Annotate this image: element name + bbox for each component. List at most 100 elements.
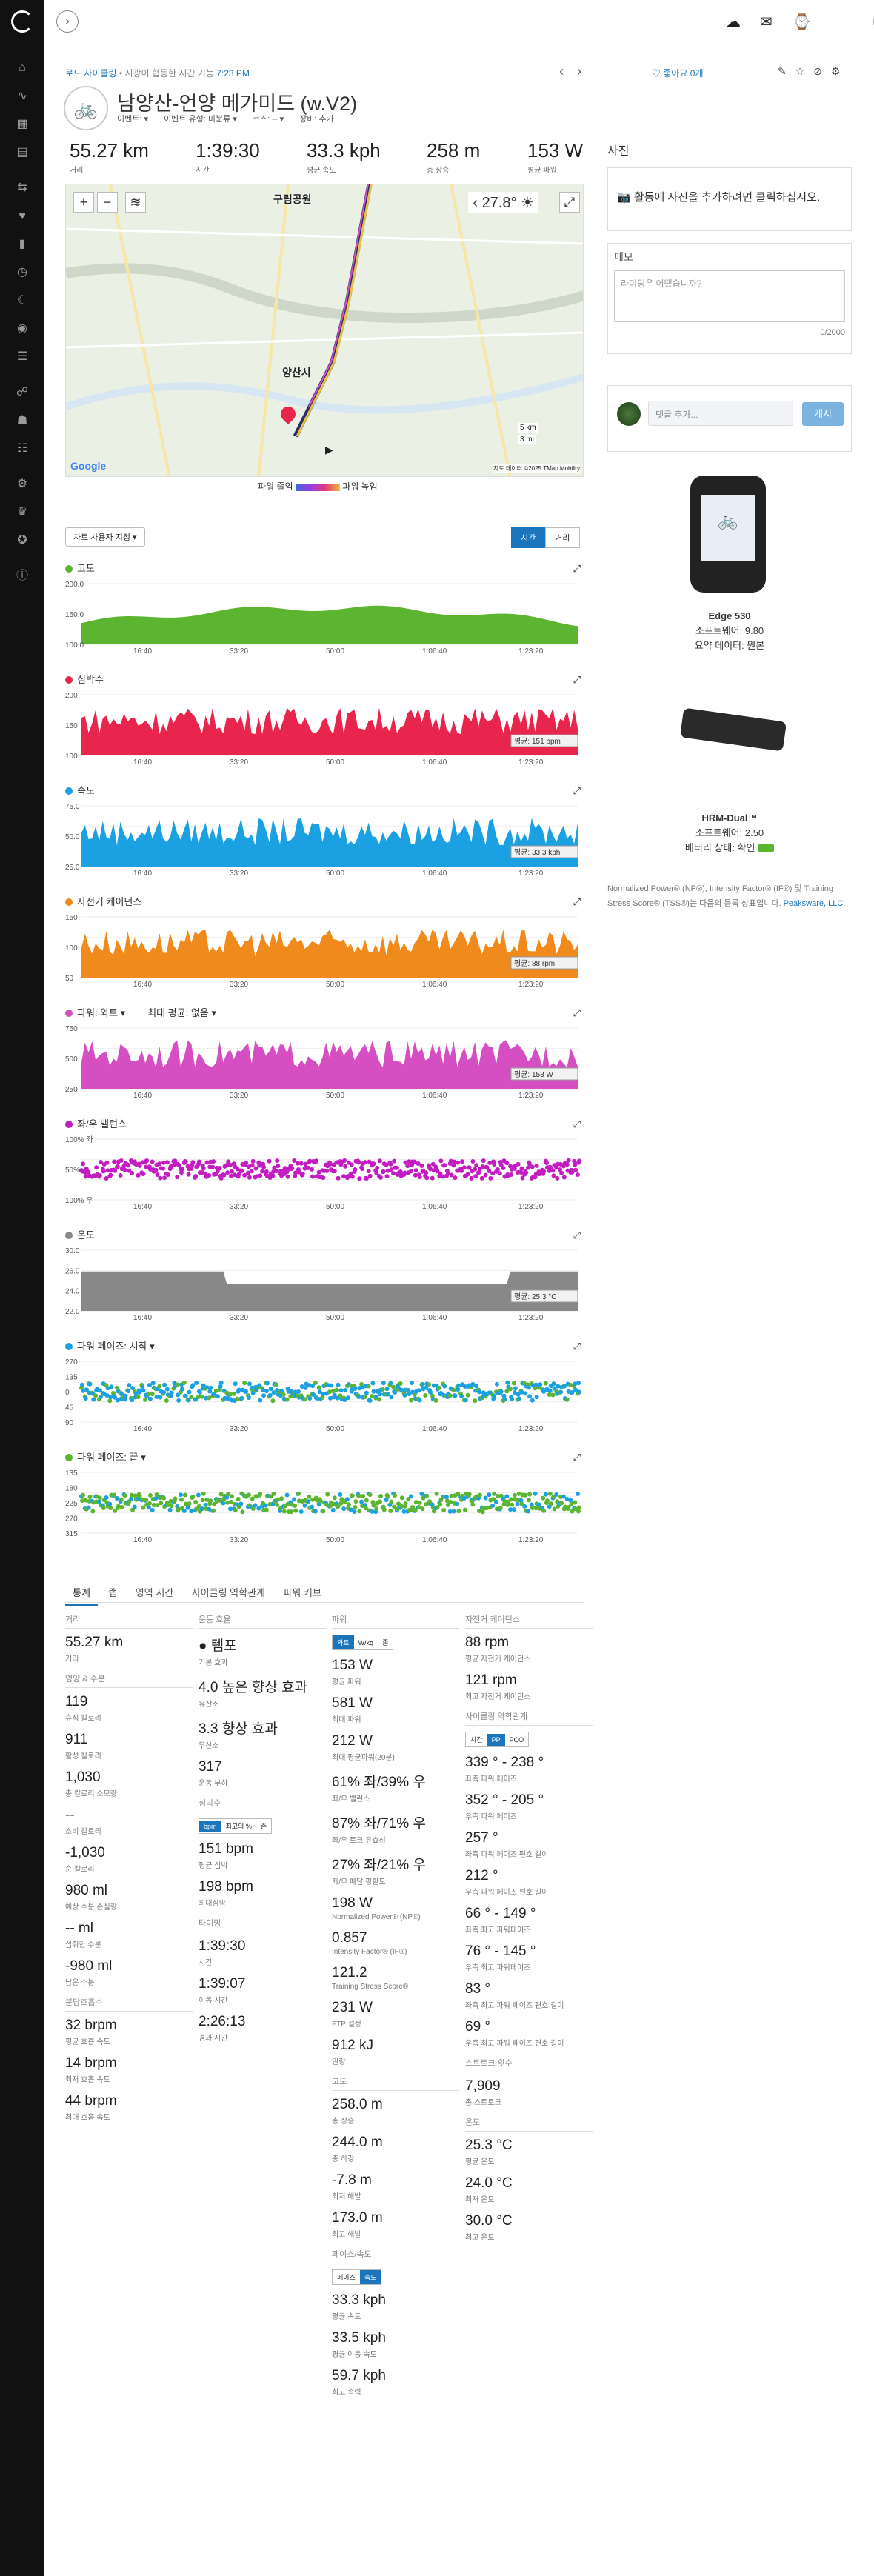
calendar-icon[interactable]: ▦ [13, 117, 31, 132]
chart-title-text[interactable]: 파워 페이즈: 시작 ▾ [77, 1341, 155, 1352]
event-type-select[interactable]: 이벤트 유형: 미분류 ▾ [164, 115, 237, 124]
zoom-in-button[interactable]: + [73, 192, 94, 213]
expand-chart-icon[interactable]: ⤢ [573, 1450, 581, 1465]
event-select[interactable]: 이벤트: ▾ [117, 115, 148, 124]
activity-action-icons[interactable]: ✎☆⊘⚙ [778, 65, 850, 78]
chart-plot[interactable]: 100% 좌 50% 100% 우 16:40 33:20 50:00 1:06:40 1:2… [65, 1132, 584, 1221]
gear-add-link[interactable]: 장비: 추가 [299, 115, 334, 124]
unit-option[interactable]: PP [487, 1734, 505, 1746]
trophy-icon[interactable]: ♛ [13, 505, 31, 520]
notes-textarea[interactable]: 라이딩은 어땠습니까? [614, 270, 845, 322]
chart-title-text[interactable]: 온도 [77, 1229, 95, 1241]
stopwatch-icon[interactable]: ◷ [13, 265, 31, 280]
breadcrumb-time[interactable]: 7:23 PM [216, 68, 250, 79]
chart-temperature[interactable]: 온도 ⤢ 30.0 26.0 24.0 22.0 16:40 33:20 50:00 1:06:4… [65, 1228, 584, 1332]
chart-power-phase-start[interactable]: 파워 페이즈: 시작 ▾ ⤢ 270 135 0 45 90 16:40 33:20 50:00 1… [65, 1339, 584, 1443]
cloud-upload-icon[interactable]: ☁ [726, 13, 741, 31]
leaderboard-icon[interactable]: ☷ [13, 441, 31, 456]
heart-icon[interactable]: ♥ [13, 209, 31, 224]
expand-chart-icon[interactable]: ⤢ [573, 1228, 581, 1243]
unit-option[interactable]: 존 [256, 1819, 271, 1833]
expand-chart-icon[interactable]: ⤢ [573, 561, 581, 576]
chart-plot[interactable]: 30.0 26.0 24.0 22.0 16:40 33:20 50:00 1:06:40 1:… [65, 1243, 584, 1332]
chart-cadence[interactable]: 자전거 케이던스 ⤢ 150 100 50 16:40 33:20 50:00 1:06:40 1… [65, 895, 584, 998]
like-button[interactable]: ♡ 좋아요 0개 [652, 67, 704, 79]
stats-icon[interactable]: ▮ [13, 237, 31, 252]
chart-title-text[interactable]: 파워: 와트 ▾ [77, 1007, 125, 1018]
tab-cycling-dynamics[interactable]: 사이클링 역학관계 [184, 1581, 273, 1604]
unit-option[interactable]: 존 [378, 1635, 393, 1649]
arrows-icon[interactable]: ⇆ [13, 181, 31, 196]
unit-option[interactable]: 시간 [466, 1732, 487, 1746]
chart-title-text[interactable]: 속도 [77, 785, 95, 796]
home-icon[interactable]: ⌂ [13, 61, 31, 76]
course-select[interactable]: 코스: -- ▾ [253, 115, 284, 124]
route-map[interactable]: + − ≋ ‹ 27.8° ☀ ⤢ 구림공원 양산시 ▶ 5 km 3 mi G… [65, 184, 584, 477]
activity-icon[interactable]: ∿ [13, 89, 31, 104]
goals-icon[interactable]: ☰ [13, 350, 31, 364]
tab-power-curve[interactable]: 파워 커브 [276, 1581, 328, 1604]
add-photo-box[interactable]: 📷 활동에 사진을 추가하려면 클릭하십시오. [607, 167, 852, 231]
expand-chart-icon[interactable]: ⤢ [573, 895, 581, 910]
chart-plot[interactable]: 135 180 225 270 315 16:40 33:20 50:00 1:06:40 1:2… [65, 1465, 584, 1554]
unit-option[interactable]: bpm [199, 1821, 221, 1832]
groups-icon[interactable]: ☗ [13, 413, 31, 428]
tab-stats[interactable]: 통계 [65, 1581, 98, 1606]
moon-icon[interactable]: ☾ [13, 293, 31, 308]
zoom-out-button[interactable]: − [97, 192, 118, 213]
chart-plot[interactable]: 270 135 0 45 90 16:40 33:20 50:00 1:06:40 1:23:20 [65, 1354, 584, 1443]
activity-nav-arrows[interactable]: ‹› [559, 64, 595, 79]
unit-option[interactable]: 속도 [359, 2270, 381, 2284]
expand-chart-icon[interactable]: ⤢ [573, 1006, 581, 1021]
toggle-distance[interactable]: 거리 [545, 527, 580, 548]
map-canvas[interactable] [66, 184, 584, 477]
comment-input[interactable]: 댓글 추가... [648, 401, 793, 426]
gear-icon[interactable]: ⚙ [13, 477, 31, 492]
max-avg-select[interactable]: 최대 평균: 없음 ▾ [147, 1007, 216, 1018]
chart-title-text[interactable]: 자전거 케이던스 [77, 896, 141, 907]
unit-option[interactable]: 페이스 [333, 2270, 360, 2284]
chart-title-text[interactable]: 심박수 [77, 674, 104, 685]
expand-chart-icon[interactable]: ⤢ [573, 673, 581, 687]
post-comment-button[interactable]: 게시 [802, 402, 844, 426]
watch-icon[interactable]: ⌚ [793, 13, 811, 31]
fullscreen-icon[interactable]: ⤢ [559, 192, 580, 213]
expand-sidebar-button[interactable]: › [56, 10, 79, 33]
unit-option[interactable]: PCO [505, 1734, 529, 1746]
chart-lr-balance[interactable]: 좌/우 밸런스 ⤢ 100% 좌 50% 100% 우 16:40 33:20 50:00 1:… [65, 1117, 584, 1221]
connections-icon[interactable]: ☍ [13, 385, 31, 400]
chart-power-phase-end[interactable]: 파워 페이즈: 끝 ▾ ⤢ 135 180 225 270 315 16:40 33:20 50:… [65, 1450, 584, 1554]
chart-plot[interactable]: 150 100 50 16:40 33:20 50:00 1:06:40 1:23:20 평균:… [65, 910, 584, 998]
chart-plot[interactable]: 75.0 50.0 25.0 16:40 33:20 50:00 1:06:40 1:23:2… [65, 798, 584, 887]
expand-chart-icon[interactable]: ⤢ [573, 1117, 581, 1132]
chart-title-text[interactable]: 좌/우 밸런스 [77, 1118, 127, 1129]
chart-title-text[interactable]: 고도 [77, 563, 95, 574]
chart-title-text[interactable]: 파워 페이즈: 끝 ▾ [77, 1452, 146, 1463]
info-icon[interactable]: ⓘ [13, 569, 31, 584]
expand-chart-icon[interactable]: ⤢ [573, 1339, 581, 1354]
chart-heart-rate[interactable]: 심박수 ⤢ 200 150 100 16:40 33:20 50:00 1:06:40 1:23:… [65, 673, 584, 776]
unit-option[interactable]: W/kg [354, 1637, 378, 1649]
badge-icon[interactable]: ✪ [13, 533, 31, 548]
toggle-time[interactable]: 시간 [511, 527, 546, 548]
tab-laps[interactable]: 랩 [101, 1581, 124, 1604]
chart-plot[interactable]: 200.0 150.0 100.0 16:40 33:20 50:00 1:06:40 1:2… [65, 576, 584, 665]
chart-plot[interactable]: 200 150 100 16:40 33:20 50:00 1:06:40 1:23:20 평균… [65, 687, 584, 776]
chart-speed[interactable]: 속도 ⤢ 75.0 50.0 25.0 16:40 33:20 50:00 1:06:40 1:2… [65, 784, 584, 887]
layers-icon[interactable]: ≋ [125, 192, 146, 213]
chart-elevation[interactable]: 고도 ⤢ 200.0 150.0 100.0 16:40 33:20 50:00 1:06:40… [65, 561, 584, 665]
expand-chart-icon[interactable]: ⤢ [573, 784, 581, 798]
garmin-logo-icon[interactable] [11, 10, 33, 33]
chart-plot[interactable]: 750 500 250 16:40 33:20 50:00 1:06:40 1:23:20 평균… [65, 1021, 584, 1110]
unit-option[interactable]: 와트 [333, 1635, 354, 1649]
pin-icon[interactable]: ◉ [13, 321, 31, 336]
chart-power[interactable]: 파워: 와트 ▾ 최대 평균: 없음 ▾ ⤢ 750 500 250 16:40 33:20 5… [65, 1006, 584, 1110]
peaksware-link[interactable]: Peaksware, LLC. [784, 899, 846, 908]
breadcrumb-activity-type[interactable]: 로드 사이클링 [65, 68, 117, 79]
weather-badge[interactable]: ‹ 27.8° ☀ [468, 192, 538, 213]
inbox-icon[interactable]: ✉ [760, 13, 773, 31]
play-icon[interactable]: ▶ [325, 444, 333, 456]
tab-time-in-zone[interactable]: 영역 시간 [128, 1581, 181, 1604]
unit-option[interactable]: 최고의 % [221, 1819, 256, 1833]
chart-customize-select[interactable]: 차트 사용자 지정 ▾ [65, 527, 145, 547]
